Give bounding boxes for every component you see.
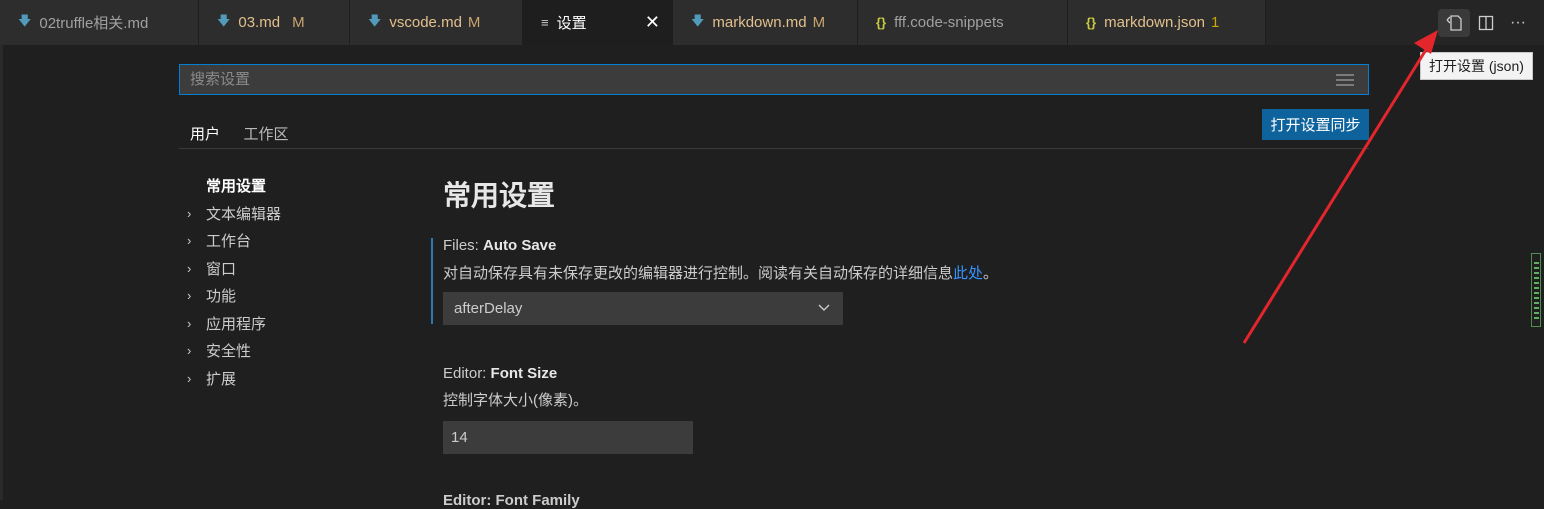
red-annotation-arrow <box>1242 30 1438 344</box>
